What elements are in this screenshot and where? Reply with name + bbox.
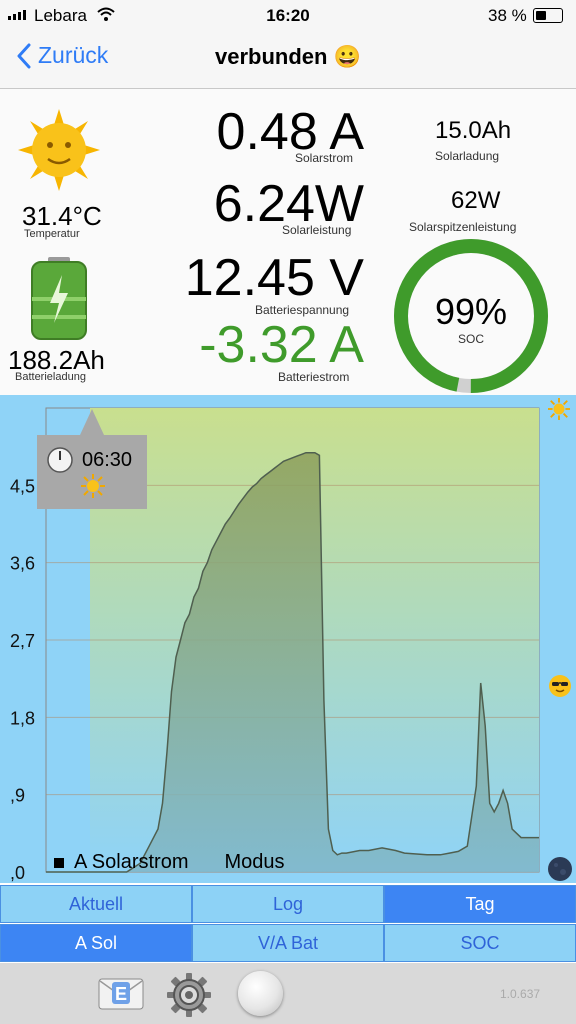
sunglasses-face-icon	[549, 675, 571, 697]
svg-text:E: E	[115, 984, 127, 1004]
y-tick-label: 3,6	[10, 554, 35, 574]
sun-icon	[81, 474, 105, 498]
solar-charge-value: 15.0Ah	[435, 117, 512, 144]
y-tick-label: 4,5	[10, 476, 35, 496]
temperature-label: Temperatur	[24, 228, 80, 240]
battery-current-value: -3.32 A	[199, 316, 364, 374]
soc-value: 99%	[434, 291, 508, 332]
moon-icon	[548, 857, 572, 881]
battery-charge-label: Batterieladung	[15, 371, 86, 383]
sun-icon	[548, 398, 570, 420]
battery-voltage-label: Batteriespannung	[255, 303, 350, 317]
solar-current-label: Solarstrom	[295, 151, 354, 165]
y-tick-label: 1,8	[10, 708, 35, 728]
solar-peak-value: 62W	[451, 187, 501, 214]
legend: A Solarstrom Modus	[54, 851, 285, 874]
battery-voltage-value: 12.45 V	[184, 249, 364, 307]
version-label: 1.0.637	[500, 987, 541, 1001]
legend-solarstrom: A Solarstrom	[74, 851, 189, 873]
soc-label: SOC	[457, 332, 484, 346]
tab-tag[interactable]: Tag	[384, 885, 576, 923]
legend-modus: Modus	[224, 851, 285, 873]
tab-va-bat[interactable]: V/A Bat	[192, 924, 384, 962]
navigation-bar: Zurück verbunden 😀	[0, 30, 576, 89]
solar-charge-label: Solarladung	[435, 149, 500, 163]
tooltip-time: 06:30	[82, 449, 133, 471]
y-tick-label: 2,7	[10, 631, 35, 651]
tab-a-sol[interactable]: A Sol	[0, 924, 192, 962]
tab-aktuell[interactable]: Aktuell	[0, 885, 192, 923]
temperature-value: 31.4°C	[22, 201, 102, 231]
cursor-tooltip: 06:30	[37, 409, 147, 509]
connect-button[interactable]	[238, 971, 283, 1016]
email-icon[interactable]: E	[98, 976, 144, 1010]
battery-current-label: Batteriestrom	[278, 370, 350, 384]
tab-soc[interactable]: SOC	[384, 924, 576, 962]
page-title: verbunden 😀	[215, 44, 361, 69]
clock-icon	[47, 447, 73, 473]
tab-bar: Aktuell Log Tag A Sol V/A Bat SOC	[0, 883, 576, 963]
solar-peak-label: Solarspitzenleistung	[409, 220, 517, 234]
smile-icon: 😀	[333, 44, 361, 69]
y-tick-label: ,0	[10, 863, 25, 883]
y-tick-label: ,9	[10, 786, 25, 806]
battery-charge-value: 188.2Ah	[8, 345, 105, 375]
battery-charging-icon	[31, 257, 87, 340]
legend-marker	[54, 857, 64, 868]
battery-icon	[533, 8, 563, 23]
status-bar: Lebara 16:20 38 %	[0, 0, 576, 30]
gear-icon[interactable]	[166, 972, 212, 1018]
sun-face-icon	[18, 109, 100, 191]
chart-area: 4,5 3,6 2,7 1,8,9,0 06:30 A Solarstrom Mo	[0, 395, 576, 883]
bottom-toolbar: E 1.0.637	[0, 963, 576, 1024]
tab-log[interactable]: Log	[192, 885, 384, 923]
battery-percent: 38 %	[488, 6, 527, 25]
metrics-panel: 31.4°C Temperatur 188.2Ah Batterieladung…	[0, 89, 576, 395]
solar-power-label: Solarleistung	[282, 223, 352, 237]
tooltip-pointer	[80, 409, 104, 435]
